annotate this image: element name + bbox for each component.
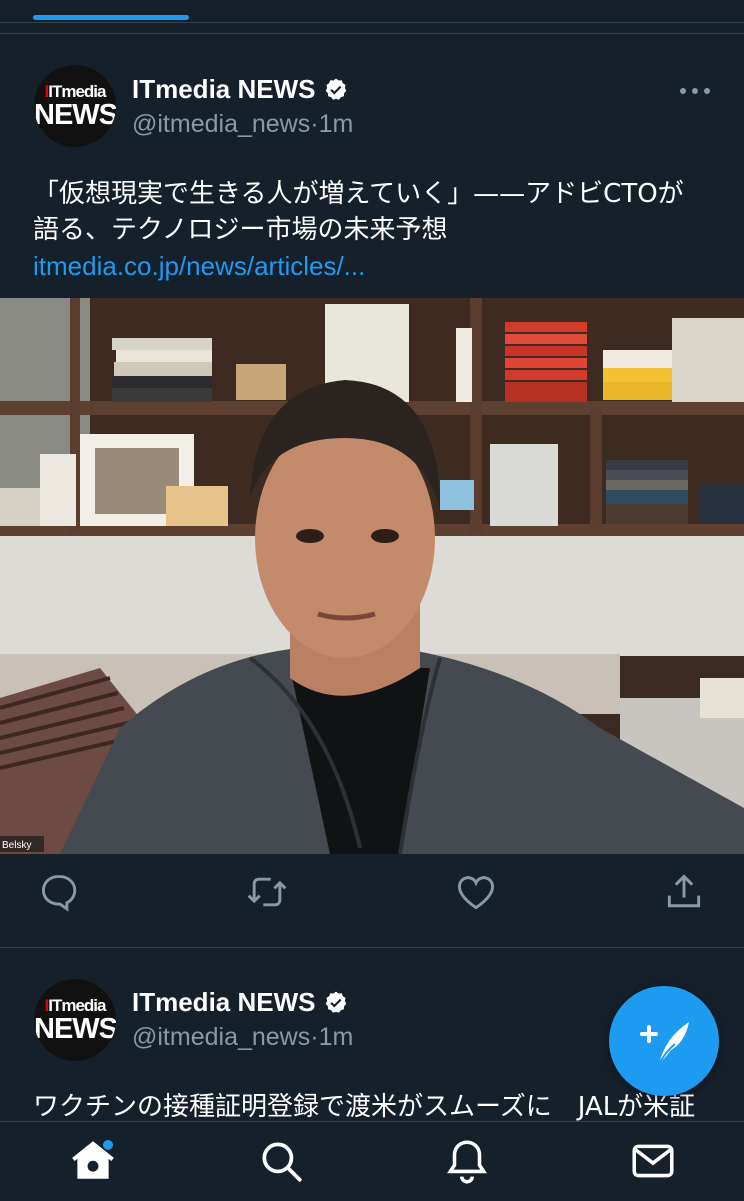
separator: ·	[310, 1023, 319, 1051]
tweet-text-line: 語る、テクノロジー市場の未来予想	[33, 215, 448, 245]
handle: @itmedia_news	[132, 110, 311, 138]
compose-tweet-icon	[640, 1022, 689, 1069]
reply-icon[interactable]	[37, 870, 81, 914]
search-icon[interactable]	[256, 1136, 306, 1186]
tweet-card[interactable]: IITmedia NEWS ITmedia NEWS @itmedia_news…	[0, 33, 744, 948]
compose-tweet-button[interactable]	[609, 986, 719, 1096]
timeline-tab-bar	[0, 0, 744, 23]
media-scene: Belsky	[0, 298, 744, 854]
author-name-row[interactable]: ITmedia NEWS	[132, 987, 349, 1018]
more-options-icon[interactable]	[680, 81, 710, 101]
media-caption: Belsky	[2, 840, 31, 851]
tweet-text: 「仮想現実で生きる人が増えていく」——アドビCTOが 語る、テクノロジー市場の未…	[33, 176, 714, 284]
verified-badge-icon	[326, 991, 347, 1013]
notifications-icon[interactable]	[442, 1136, 492, 1186]
handle-row: @itmedia_news·1m	[132, 110, 353, 139]
timestamp[interactable]: 1m	[319, 1023, 354, 1051]
avatar[interactable]: IITmedia NEWS	[34, 979, 116, 1061]
notification-dot	[103, 1140, 113, 1150]
author-name-row[interactable]: ITmedia NEWS	[132, 74, 349, 105]
tweet-actions	[0, 870, 744, 930]
share-icon[interactable]	[662, 870, 706, 914]
active-tab-indicator	[33, 15, 189, 20]
handle: @itmedia_news	[132, 1023, 311, 1051]
bottom-navigation	[0, 1121, 744, 1201]
retweet-icon[interactable]	[245, 870, 289, 914]
tweet-text-line: 「仮想現実で生きる人が増えていく」——アドビCTOが	[33, 179, 684, 209]
display-name[interactable]: ITmedia NEWS	[132, 987, 315, 1018]
avatar[interactable]: IITmedia NEWS	[34, 65, 116, 147]
handle-row: @itmedia_news·1m	[132, 1023, 353, 1052]
like-icon[interactable]	[454, 870, 498, 914]
tweet-media-image[interactable]: Belsky	[0, 298, 744, 854]
separator: ·	[310, 110, 319, 138]
verified-badge-icon	[326, 78, 347, 100]
messages-icon[interactable]	[628, 1136, 678, 1186]
avatar-logo-bottom: NEWS	[34, 1013, 116, 1045]
display-name[interactable]: ITmedia NEWS	[132, 74, 315, 105]
timestamp[interactable]: 1m	[319, 110, 354, 138]
avatar-logo-bottom: NEWS	[34, 99, 116, 131]
tweet-link[interactable]: itmedia.co.jp/news/articles/...	[33, 248, 714, 284]
